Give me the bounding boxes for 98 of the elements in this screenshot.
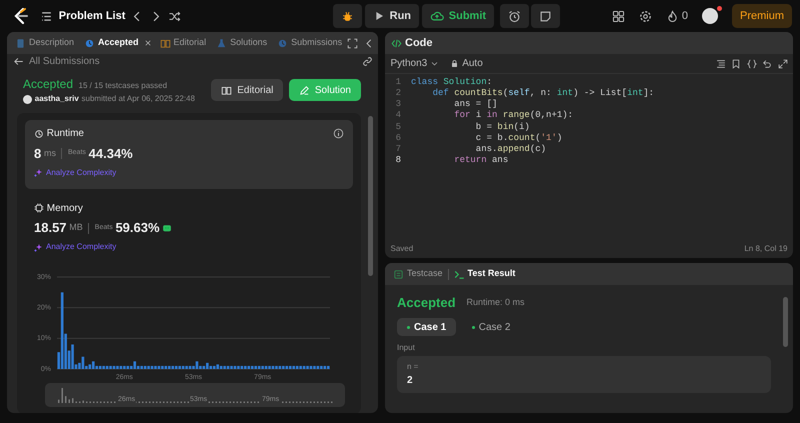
- clock-icon: [34, 128, 44, 138]
- panel-title: Code: [405, 36, 432, 51]
- link-icon[interactable]: [362, 56, 372, 67]
- auto-mode-toggle[interactable]: Auto: [450, 56, 483, 71]
- flame-icon: [666, 10, 679, 22]
- reset-icon[interactable]: [762, 58, 772, 68]
- logo-icon[interactable]: [12, 7, 30, 25]
- panel-tab[interactable]: Test Result: [452, 267, 518, 281]
- stat-title: Memory: [46, 202, 83, 216]
- user-avatar: [23, 94, 32, 104]
- panel-tab[interactable]: Testcase: [391, 267, 445, 281]
- clock-icon: [277, 38, 288, 48]
- line-number: 3: [394, 99, 402, 110]
- save-status: Saved: [390, 243, 414, 255]
- caret-icon: [430, 59, 440, 68]
- checklist-icon: [393, 268, 404, 280]
- testcases-text: 15 / 15 testcases passed: [78, 80, 168, 92]
- shuffle-icon[interactable]: [168, 10, 181, 22]
- panel-tab[interactable]: Editorial: [158, 36, 208, 50]
- line-number: 4: [394, 110, 402, 122]
- chip-icon: [34, 203, 44, 213]
- award-icon: [162, 223, 172, 233]
- braces-icon[interactable]: [746, 58, 756, 68]
- submitted-text: submitted at Apr 06, 2025 22:48: [82, 93, 195, 105]
- timer-button[interactable]: [500, 4, 529, 28]
- input-name: n =: [407, 361, 420, 374]
- stat-unit: ms: [44, 146, 56, 160]
- document-icon: [15, 38, 26, 48]
- sparkle-icon: [34, 168, 43, 177]
- panel-tab[interactable]: Description: [13, 36, 76, 50]
- back-arrow-icon: [12, 56, 24, 67]
- lock-icon: [450, 59, 460, 68]
- panel-tab[interactable]: Solutions: [214, 36, 270, 50]
- sparkle-icon: [34, 242, 43, 252]
- list-icon: [40, 10, 53, 22]
- runtime-text: Runtime: 0 ms: [466, 296, 525, 309]
- flask-icon: [216, 38, 228, 48]
- alarm-clock-icon: [508, 10, 521, 22]
- scrollbar[interactable]: [368, 116, 373, 276]
- terminal-icon: [454, 268, 465, 280]
- beats-value: 59.63%: [115, 219, 160, 238]
- note-icon: [539, 10, 552, 22]
- expand-icon[interactable]: [347, 38, 358, 48]
- code-line: return ans: [453, 155, 508, 166]
- case-tab[interactable]: Case 2: [462, 318, 520, 336]
- code-line: c = b.count('1'): [474, 132, 562, 144]
- language-dropdown[interactable]: Python3: [390, 56, 440, 71]
- settings-icon[interactable]: [638, 10, 652, 22]
- beats-value: 44.34%: [88, 144, 133, 163]
- clock-icon: [84, 38, 96, 48]
- close-icon[interactable]: [144, 39, 152, 47]
- panel-tab[interactable]: Accepted: [82, 36, 141, 50]
- edit-icon: [298, 84, 310, 96]
- code-line: class Solution:: [411, 76, 492, 88]
- bug-icon: [340, 10, 354, 22]
- back-link[interactable]: All Submissions: [12, 54, 100, 69]
- book-icon: [160, 38, 171, 48]
- code-line: for i in range(0,n+1):: [453, 110, 574, 122]
- line-number: 8: [394, 155, 402, 166]
- line-number: 7: [394, 144, 402, 156]
- expand-icon[interactable]: [778, 58, 788, 68]
- cursor-position: Ln 8, Col 19: [744, 243, 788, 255]
- line-number: 5: [394, 122, 402, 133]
- debug-button[interactable]: [332, 4, 362, 28]
- book-icon: [221, 84, 232, 96]
- code-line: ans.append(c): [474, 144, 546, 156]
- problem-list-button[interactable]: Problem List: [40, 8, 126, 24]
- info-icon[interactable]: [333, 128, 344, 139]
- analyze-complexity-link[interactable]: Analyze Complexity: [34, 241, 116, 253]
- panel-tab[interactable]: Submissions: [275, 36, 344, 50]
- case-tab[interactable]: Case 1: [397, 318, 456, 336]
- input-value: 2: [407, 374, 414, 388]
- stat-title: Runtime: [46, 127, 84, 141]
- input-label: Input: [397, 342, 416, 354]
- code-line: ans = []: [453, 99, 498, 110]
- code-icon: [391, 38, 402, 48]
- scrollbar[interactable]: [783, 297, 788, 347]
- editorial-button[interactable]: Editorial: [211, 79, 284, 101]
- stat-value: 8: [34, 144, 42, 163]
- username[interactable]: aastha_sriv: [34, 93, 79, 105]
- submit-button[interactable]: Submit: [422, 4, 494, 28]
- line-number: 6: [394, 132, 402, 144]
- stat-value: 18.57: [34, 219, 67, 238]
- result-status: Accepted: [397, 294, 456, 312]
- grid-icon[interactable]: [612, 10, 625, 22]
- code-line: def countBits(self, n: int) -> List[int]:: [432, 88, 654, 100]
- stat-unit: MB: [69, 221, 83, 234]
- premium-button[interactable]: Premium: [732, 4, 792, 28]
- line-number: 1: [394, 76, 402, 88]
- code-line: b = bin(i): [474, 122, 530, 133]
- upload-icon: [430, 9, 444, 23]
- line-number: 2: [394, 88, 402, 100]
- status-text: Accepted: [23, 76, 74, 93]
- notes-button[interactable]: [531, 4, 560, 28]
- format-icon[interactable]: [716, 58, 726, 68]
- run-button[interactable]: Run: [364, 4, 420, 28]
- streak-counter[interactable]: 0: [666, 8, 688, 24]
- bookmark-icon[interactable]: [731, 58, 741, 68]
